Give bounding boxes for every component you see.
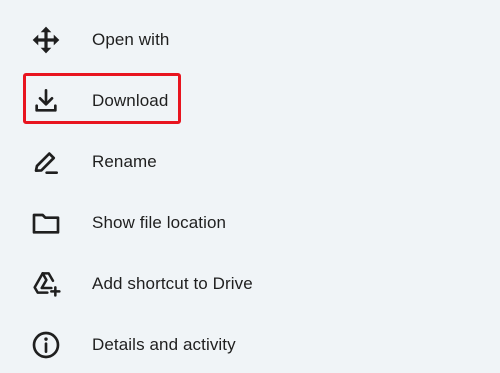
menu-item-rename[interactable]: Rename (0, 134, 500, 190)
menu-item-details[interactable]: Details and activity (0, 317, 500, 373)
menu-item-show-file-location[interactable]: Show file location (0, 195, 500, 251)
info-icon (30, 329, 62, 361)
drive-add-icon (30, 268, 62, 300)
menu-item-open-with[interactable]: Open with (0, 12, 500, 68)
menu-item-label: Open with (92, 30, 170, 49)
menu-item-label: Download (92, 91, 169, 110)
menu-item-label: Show file location (92, 213, 227, 232)
menu-item-label: Details and activity (92, 335, 236, 354)
context-menu: Open with Download Rename Show file loca… (0, 0, 500, 372)
menu-item-label: Rename (92, 152, 157, 171)
download-icon (30, 85, 62, 117)
pencil-icon (30, 146, 62, 178)
menu-item-download[interactable]: Download (0, 73, 500, 129)
menu-item-add-shortcut[interactable]: Add shortcut to Drive (0, 256, 500, 312)
menu-item-label: Add shortcut to Drive (92, 274, 253, 293)
move-arrows-icon (30, 24, 62, 56)
folder-icon (30, 207, 62, 239)
